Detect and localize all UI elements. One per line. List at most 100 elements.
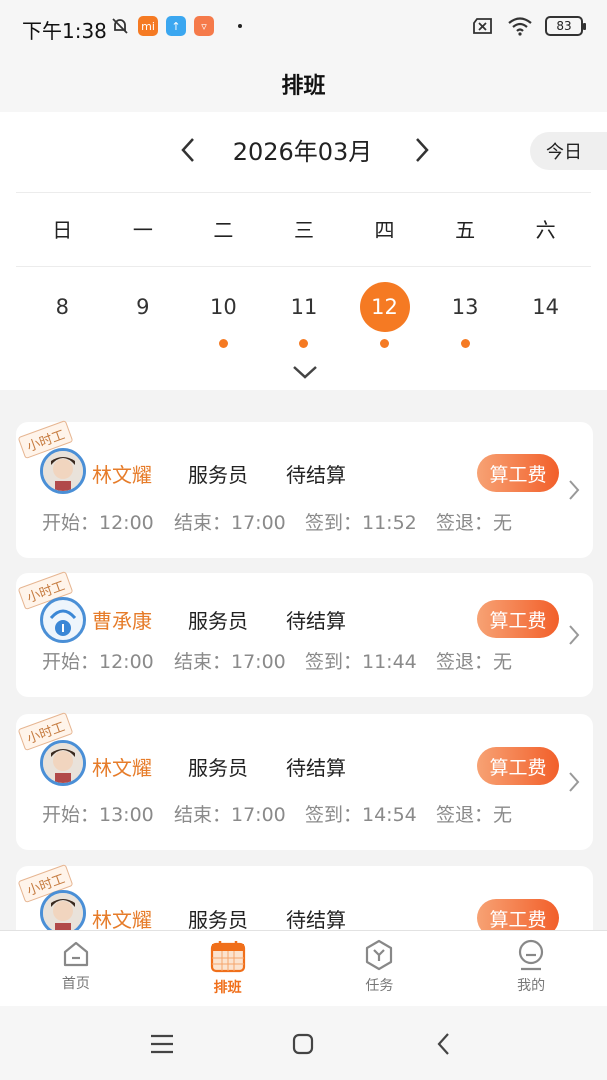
- date-cell[interactable]: 11: [264, 282, 345, 352]
- shift-card[interactable]: 小时工 曹承康 服务员 待结算 算工费 开始：12:00 结束：17:00 签到…: [16, 570, 593, 697]
- checkout-time: 签退：无: [436, 651, 513, 673]
- home-nav-icon[interactable]: [292, 1033, 314, 1055]
- tab-profile[interactable]: 我的: [455, 931, 607, 1006]
- calculate-pay-button[interactable]: 算工费: [477, 747, 559, 785]
- date-number: 10: [210, 295, 237, 319]
- end-time: 结束：17:00: [174, 651, 286, 673]
- date-number: 8: [55, 295, 69, 319]
- shift-card[interactable]: 小时工 林文耀 服务员 待结算 算工费: [16, 863, 593, 930]
- chevron-right-icon[interactable]: [566, 770, 582, 794]
- worker-role: 服务员: [188, 609, 248, 633]
- date-cell-selected[interactable]: 12: [344, 282, 425, 352]
- mi-app-icon: mi: [138, 16, 158, 36]
- home-icon: [63, 941, 88, 967]
- date-number: 14: [532, 295, 560, 319]
- calendar-icon: [210, 941, 245, 973]
- status-bar: 下午1:38 mi ↑ ▿ 83: [0, 0, 607, 56]
- worker-name: 林文耀: [92, 908, 152, 930]
- start-time: 开始：12:00: [42, 651, 154, 673]
- status-icons-right: 83: [471, 16, 586, 36]
- bottom-tab-bar: 首页 排班 任务 我的: [0, 930, 607, 1006]
- divider: [16, 192, 591, 193]
- shift-times: 开始：12:00 结束：17:00 签到：11:44 签退：无: [42, 647, 512, 674]
- task-icon: [366, 939, 393, 971]
- weekday-label: 二: [213, 218, 234, 242]
- checkin-time: 签到：11:44: [305, 651, 417, 673]
- status-time: 下午1:38: [22, 19, 107, 43]
- settlement-status: 待结算: [286, 756, 346, 780]
- settlement-status: 待结算: [286, 609, 346, 633]
- shift-dot: [460, 339, 470, 348]
- month-selector: 2026年03月: [0, 128, 607, 172]
- date-cell[interactable]: 8: [22, 282, 103, 352]
- shift-dot: [299, 339, 309, 348]
- back-icon[interactable]: [436, 1032, 452, 1056]
- expand-calendar-chevron-icon[interactable]: [290, 362, 320, 382]
- date-cell[interactable]: 9: [103, 282, 184, 352]
- shift-times: 开始：13:00 结束：17:00 签到：14:54 签退：无: [42, 800, 512, 827]
- page-title: 排班: [281, 74, 326, 99]
- upload-app-icon: ↑: [166, 16, 186, 36]
- worker-role: 服务员: [188, 463, 248, 487]
- checkout-time: 签退：无: [436, 512, 513, 534]
- checkin-time: 签到：11:52: [305, 512, 417, 534]
- start-time: 开始：12:00: [42, 512, 154, 534]
- photo-avatar: [40, 890, 86, 930]
- date-number: 11: [290, 295, 318, 319]
- tab-label: 任务: [365, 978, 394, 994]
- mute-bell-icon: [112, 18, 128, 34]
- chevron-left-icon: [181, 138, 194, 162]
- weekday-label: 三: [293, 218, 314, 242]
- date-number: 12: [359, 282, 410, 332]
- weekday-label: 六: [535, 218, 556, 242]
- calendar: 2026年03月 今日 日 一 二 三 四 五 六 8 9 10 11 12 1…: [0, 112, 607, 390]
- start-time: 开始：13:00: [42, 804, 154, 826]
- default-avatar: [40, 597, 86, 643]
- end-time: 结束：17:00: [174, 512, 286, 534]
- wifi-icon: [508, 17, 532, 36]
- calculate-pay-button[interactable]: 算工费: [477, 454, 559, 492]
- chevron-right-icon: [416, 138, 429, 162]
- weekday-label: 四: [374, 218, 395, 242]
- profile-icon: [519, 939, 544, 971]
- tab-label: 首页: [61, 976, 90, 992]
- tab-label: 我的: [517, 978, 546, 994]
- date-row: 8 9 10 11 12 13 14: [22, 282, 586, 352]
- shift-card[interactable]: 小时工 林文耀 服务员 待结算 算工费 开始：13:00 结束：17:00 签到…: [16, 711, 593, 850]
- title-bar: 排班: [0, 56, 607, 112]
- photo-avatar: [40, 448, 86, 494]
- shift-times: 开始：12:00 结束：17:00 签到：11:52 签退：无: [42, 508, 512, 535]
- tab-label: 排班: [213, 980, 242, 996]
- menu-icon[interactable]: [150, 1034, 174, 1054]
- worker-name: 林文耀: [92, 756, 152, 780]
- next-month-button[interactable]: [406, 134, 438, 166]
- month-label: 2026年03月: [232, 138, 373, 166]
- prev-month-button[interactable]: [172, 134, 204, 166]
- date-cell[interactable]: 10: [183, 282, 264, 352]
- today-button[interactable]: 今日: [530, 132, 607, 170]
- divider: [16, 266, 591, 267]
- checkout-time: 签退：无: [436, 804, 513, 826]
- tab-schedule[interactable]: 排班: [152, 931, 304, 1006]
- worker-role: 服务员: [188, 756, 248, 780]
- end-time: 结束：17:00: [174, 804, 286, 826]
- weekday-label: 一: [132, 218, 153, 242]
- shop-app-icon: ▿: [194, 16, 214, 36]
- calculate-pay-button[interactable]: 算工费: [477, 899, 559, 930]
- chevron-right-icon[interactable]: [566, 478, 582, 502]
- tab-home[interactable]: 首页: [0, 931, 152, 1006]
- chevron-right-icon[interactable]: [566, 623, 582, 647]
- date-cell[interactable]: 13: [425, 282, 506, 352]
- date-cell[interactable]: 14: [505, 282, 586, 352]
- shift-dot: [380, 339, 390, 348]
- weekday-label: 日: [52, 218, 73, 242]
- shift-dot: [218, 339, 228, 348]
- settlement-status: 待结算: [286, 463, 346, 487]
- shift-card[interactable]: 小时工 林文耀 服务员 待结算 算工费 开始：12:00 结束：17:00 签到…: [16, 419, 593, 558]
- calculate-pay-button[interactable]: 算工费: [477, 600, 559, 638]
- tab-tasks[interactable]: 任务: [304, 931, 456, 1006]
- settlement-status: 待结算: [286, 908, 346, 930]
- status-icons-left: mi ↑ ▿: [110, 16, 242, 36]
- worker-role: 服务员: [188, 908, 248, 930]
- weekday-row: 日 一 二 三 四 五 六: [22, 212, 586, 248]
